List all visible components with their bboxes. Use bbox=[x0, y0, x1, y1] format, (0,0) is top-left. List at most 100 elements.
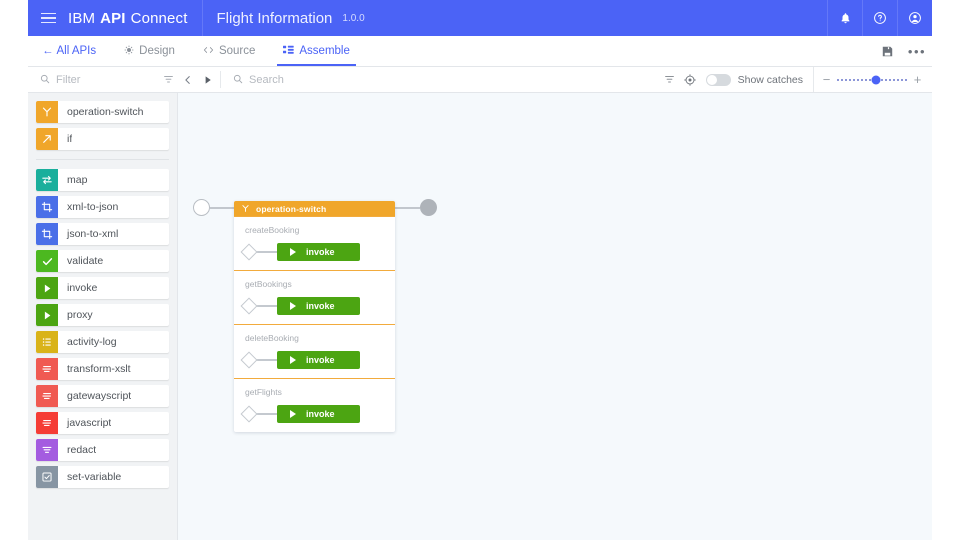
help-circle-icon[interactable] bbox=[862, 0, 897, 36]
flow-start-node[interactable] bbox=[193, 199, 210, 216]
show-catches-switch[interactable] bbox=[706, 74, 731, 86]
palette-item-gatewayscript[interactable]: gatewayscript bbox=[36, 385, 169, 407]
play-icon bbox=[36, 277, 58, 299]
switch-case-row[interactable]: createBooking invoke bbox=[234, 216, 395, 270]
tab-design[interactable]: Design bbox=[110, 36, 189, 66]
palette-item-redact[interactable]: redact bbox=[36, 439, 169, 461]
palette-item-javascript[interactable]: javascript bbox=[36, 412, 169, 434]
policy-node-label: invoke bbox=[306, 409, 335, 419]
palette-filter-field[interactable] bbox=[28, 67, 158, 92]
canvas-filter-icon[interactable] bbox=[660, 67, 680, 92]
policy-node-invoke[interactable]: invoke bbox=[277, 297, 360, 315]
brand-ibm-text: IBM bbox=[68, 10, 95, 27]
switch-case-row[interactable]: deleteBooking invoke bbox=[234, 324, 395, 378]
policy-node-invoke[interactable]: invoke bbox=[277, 405, 360, 423]
canvas-search-field[interactable] bbox=[223, 67, 373, 92]
palette-item-operation-switch[interactable]: operation-switch bbox=[36, 101, 169, 123]
breadcrumb-all-apis[interactable]: ← All APIs bbox=[38, 36, 110, 66]
case-label: deleteBooking bbox=[234, 333, 395, 343]
palette-item-label: validate bbox=[58, 255, 103, 267]
search-icon bbox=[40, 71, 50, 89]
palette-item-set-variable[interactable]: set-variable bbox=[36, 466, 169, 488]
toolbar-divider bbox=[220, 71, 221, 88]
tab-assemble[interactable]: Assemble bbox=[269, 36, 364, 66]
lines-script-icon bbox=[36, 385, 58, 407]
assembly-canvas[interactable]: operation-switch createBooking invoke g bbox=[178, 93, 932, 540]
switch-case-row[interactable]: getBookings invoke bbox=[234, 270, 395, 324]
palette-item-if[interactable]: if bbox=[36, 128, 169, 150]
case-condition-node[interactable] bbox=[241, 352, 258, 369]
policy-node-invoke[interactable]: invoke bbox=[277, 351, 360, 369]
overflow-menu-button[interactable]: ••• bbox=[902, 36, 932, 66]
palette-item-label: if bbox=[58, 133, 72, 145]
case-label: createBooking bbox=[234, 225, 395, 235]
target-focus-icon[interactable] bbox=[680, 67, 700, 92]
zoom-slider-handle[interactable] bbox=[871, 75, 880, 84]
case-condition-node[interactable] bbox=[241, 406, 258, 423]
tab-source[interactable]: Source bbox=[189, 36, 269, 66]
map-exchange-icon bbox=[36, 169, 58, 191]
play-icon[interactable] bbox=[198, 67, 218, 92]
user-avatar-icon[interactable] bbox=[897, 0, 932, 36]
design-icon bbox=[124, 45, 134, 58]
palette-item-xml-to-json[interactable]: xml-to-json bbox=[36, 196, 169, 218]
palette-item-map[interactable]: map bbox=[36, 169, 169, 191]
chevron-left-icon[interactable] bbox=[178, 67, 198, 92]
palette-item-activity-log[interactable]: activity-log bbox=[36, 331, 169, 353]
save-button[interactable] bbox=[872, 36, 902, 66]
operation-switch-node[interactable]: operation-switch createBooking invoke g bbox=[234, 201, 395, 432]
api-title: Flight Information bbox=[203, 10, 343, 27]
overflow-dots-icon: ••• bbox=[908, 45, 926, 58]
zoom-slider[interactable] bbox=[837, 75, 907, 85]
palette-item-label: set-variable bbox=[58, 471, 121, 483]
case-flow: invoke bbox=[234, 243, 395, 261]
case-condition-node[interactable] bbox=[241, 244, 258, 261]
flow-end-node[interactable] bbox=[420, 199, 437, 216]
api-version: 1.0.0 bbox=[342, 13, 364, 24]
flow-wire-start bbox=[210, 207, 234, 209]
zoom-in-button[interactable]: + bbox=[913, 73, 922, 86]
api-connect-app: IBM API Connect Flight Information 1.0.0 bbox=[28, 0, 932, 540]
palette-filter-icon[interactable] bbox=[158, 67, 178, 92]
switch-case-row[interactable]: getFlights invoke bbox=[234, 378, 395, 432]
branch-switch-icon bbox=[241, 204, 250, 213]
play-icon bbox=[290, 248, 296, 256]
palette-item-label: json-to-xml bbox=[58, 228, 118, 240]
tab-source-label: Source bbox=[219, 45, 255, 57]
assemble-icon bbox=[283, 45, 294, 58]
search-icon bbox=[233, 71, 243, 89]
canvas-search-input[interactable] bbox=[249, 74, 373, 86]
notifications-bell-icon[interactable] bbox=[827, 0, 862, 36]
navbar-spacer bbox=[364, 36, 872, 66]
palette-item-validate[interactable]: validate bbox=[36, 250, 169, 272]
arrow-up-right-icon bbox=[36, 128, 58, 150]
palette-item-label: redact bbox=[58, 444, 96, 456]
palette-item-label: javascript bbox=[58, 417, 111, 429]
zoom-control: − + bbox=[813, 67, 932, 92]
assemble-body: operation-switch if bbox=[28, 93, 932, 540]
show-catches-toggle[interactable]: Show catches bbox=[700, 67, 813, 92]
play-icon bbox=[36, 304, 58, 326]
palette-item-invoke[interactable]: invoke bbox=[36, 277, 169, 299]
transform-crop-icon bbox=[36, 223, 58, 245]
policy-node-invoke[interactable]: invoke bbox=[277, 243, 360, 261]
operation-switch-header[interactable]: operation-switch bbox=[234, 201, 395, 216]
case-label: getBookings bbox=[234, 279, 395, 289]
code-angle-icon bbox=[203, 45, 214, 58]
palette-item-json-to-xml[interactable]: json-to-xml bbox=[36, 223, 169, 245]
case-flow: invoke bbox=[234, 405, 395, 423]
palette-filter-input[interactable] bbox=[56, 74, 158, 86]
hamburger-menu-icon[interactable] bbox=[28, 0, 68, 36]
palette-item-proxy[interactable]: proxy bbox=[36, 304, 169, 326]
palette-item-label: gatewayscript bbox=[58, 390, 131, 402]
palette-item-transform-xslt[interactable]: transform-xslt bbox=[36, 358, 169, 380]
zoom-out-button[interactable]: − bbox=[822, 73, 831, 86]
toolbar-spacer bbox=[373, 67, 660, 92]
app-header: IBM API Connect Flight Information 1.0.0 bbox=[28, 0, 932, 36]
case-flow: invoke bbox=[234, 351, 395, 369]
brand-logo[interactable]: IBM API Connect bbox=[68, 10, 202, 27]
play-icon bbox=[290, 356, 296, 364]
brand-api-text: API bbox=[100, 10, 125, 27]
case-condition-node[interactable] bbox=[241, 298, 258, 315]
palette-item-label: proxy bbox=[58, 309, 93, 321]
